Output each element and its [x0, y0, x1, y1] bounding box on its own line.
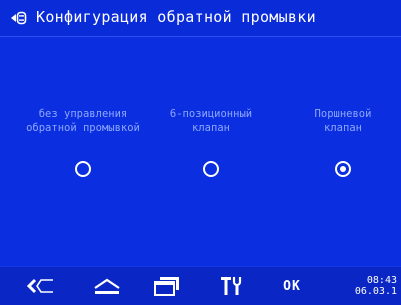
- option-piston-valve: Поршневой клапан: [276, 107, 401, 177]
- header-bar: Конфигурация обратной промывки: [0, 0, 401, 36]
- options-panel: без управления обратной промывкой 6-пози…: [0, 37, 401, 266]
- page-title: Конфигурация обратной промывки: [36, 8, 316, 26]
- home-button[interactable]: [85, 267, 129, 305]
- option-label-6-position-valve: 6-позиционный клапан: [169, 108, 253, 134]
- ok-button[interactable]: OK: [272, 267, 312, 305]
- tools-button[interactable]: [210, 267, 254, 305]
- tools-icon: [221, 277, 242, 295]
- backspace-button[interactable]: [20, 267, 64, 305]
- ok-button-label: OK: [283, 278, 301, 294]
- footer-toolbar: OK 08:43 06.03.1: [0, 266, 401, 305]
- backspace-icon: [27, 278, 53, 294]
- clock: 08:43 06.03.1: [355, 275, 397, 297]
- windows-icon: [154, 277, 179, 296]
- home-icon: [94, 278, 120, 294]
- screen: Конфигурация обратной промывки без управ…: [0, 0, 401, 305]
- radio-piston-valve[interactable]: [335, 161, 351, 177]
- option-label-no-backwash-control: без управления обратной промывкой: [26, 108, 140, 134]
- clock-date: 06.03.1: [354, 286, 397, 297]
- radio-6-position-valve[interactable]: [203, 161, 219, 177]
- radio-no-backwash-control[interactable]: [75, 161, 91, 177]
- clock-time: 08:43: [366, 275, 397, 286]
- back-arrow-menu-icon[interactable]: [11, 11, 27, 25]
- option-no-backwash-control: без управления обратной промывкой: [16, 107, 150, 177]
- windows-button[interactable]: [145, 267, 189, 305]
- option-6-position-valve: 6-позиционный клапан: [144, 107, 278, 177]
- option-label-piston-valve: Поршневой клапан: [314, 108, 372, 134]
